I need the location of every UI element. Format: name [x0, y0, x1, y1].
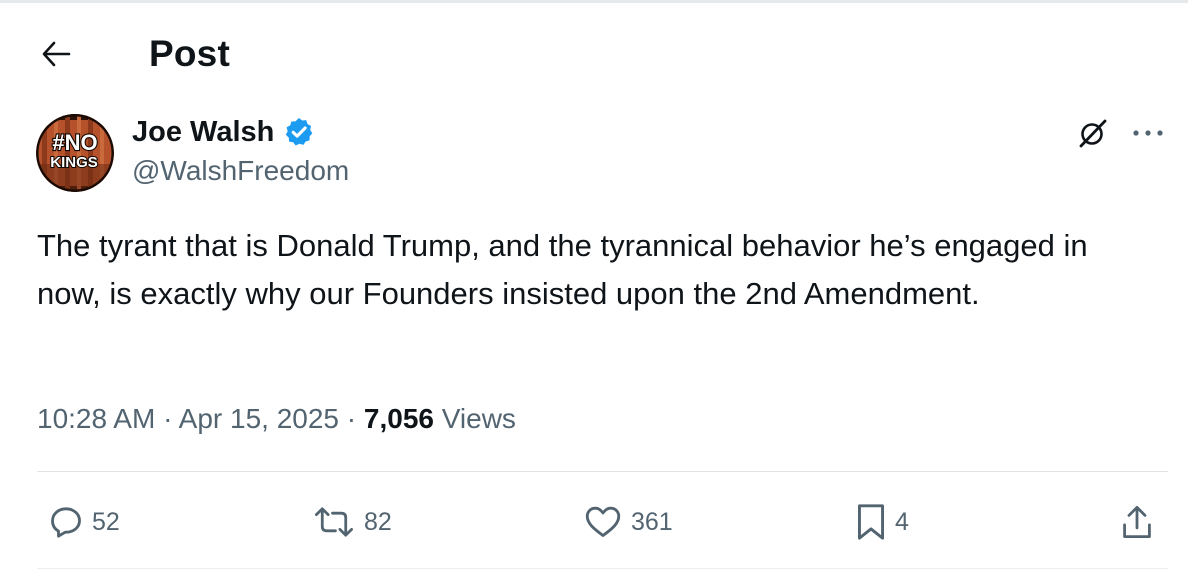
author-handle[interactable]: @WalshFreedom — [132, 153, 349, 189]
bottom-border — [37, 568, 1168, 569]
divider — [37, 471, 1168, 472]
reply-count: 52 — [92, 507, 120, 536]
post-time[interactable]: 10:28 AM — [37, 403, 155, 434]
reply-icon — [51, 507, 81, 538]
post-header: Post — [0, 14, 1188, 94]
post-meta: 10:28 AM · Apr 15, 2025 · 7,056 Views — [37, 399, 516, 439]
author-name-row: Joe Walsh — [132, 112, 315, 152]
repost-button[interactable]: 82 — [312, 494, 392, 550]
like-count: 361 — [631, 507, 673, 536]
heart-icon — [585, 506, 621, 537]
share-button[interactable] — [1120, 494, 1154, 550]
share-icon — [1123, 505, 1151, 539]
bookmark-icon — [858, 504, 884, 540]
avatar[interactable]: #NO KINGS — [36, 114, 114, 192]
views-label: Views — [441, 403, 516, 434]
avatar-image: #NO KINGS — [36, 114, 114, 192]
verified-icon — [286, 118, 313, 146]
views-count: 7,056 — [363, 403, 434, 434]
back-button[interactable] — [30, 32, 82, 76]
meta-separator: · — [346, 403, 357, 434]
verified-badge[interactable] — [283, 116, 315, 148]
arrow-left-icon — [42, 41, 71, 67]
more-icon — [1133, 130, 1163, 136]
bookmark-button[interactable]: 4 — [855, 494, 909, 550]
avatar-text-line2: KINGS — [50, 154, 98, 171]
more-button[interactable] — [1128, 116, 1168, 150]
post-text: The tyrant that is Donald Trump, and the… — [37, 228, 1088, 311]
page-title: Post — [149, 33, 230, 74]
grok-button[interactable] — [1076, 116, 1110, 150]
action-bar: 52 82 361 4 — [0, 494, 1188, 550]
avatar-text-line1: #NO — [52, 130, 97, 155]
meta-separator: · — [163, 403, 173, 434]
grok-icon — [1079, 119, 1107, 148]
top-border — [0, 0, 1188, 3]
author-name[interactable]: Joe Walsh — [132, 114, 274, 150]
bookmark-count: 4 — [895, 507, 909, 536]
repost-count: 82 — [364, 507, 392, 536]
reply-button[interactable]: 52 — [48, 494, 120, 550]
repost-icon — [315, 507, 353, 537]
post-date[interactable]: Apr 15, 2025 — [179, 403, 339, 434]
like-button[interactable]: 361 — [583, 494, 673, 550]
